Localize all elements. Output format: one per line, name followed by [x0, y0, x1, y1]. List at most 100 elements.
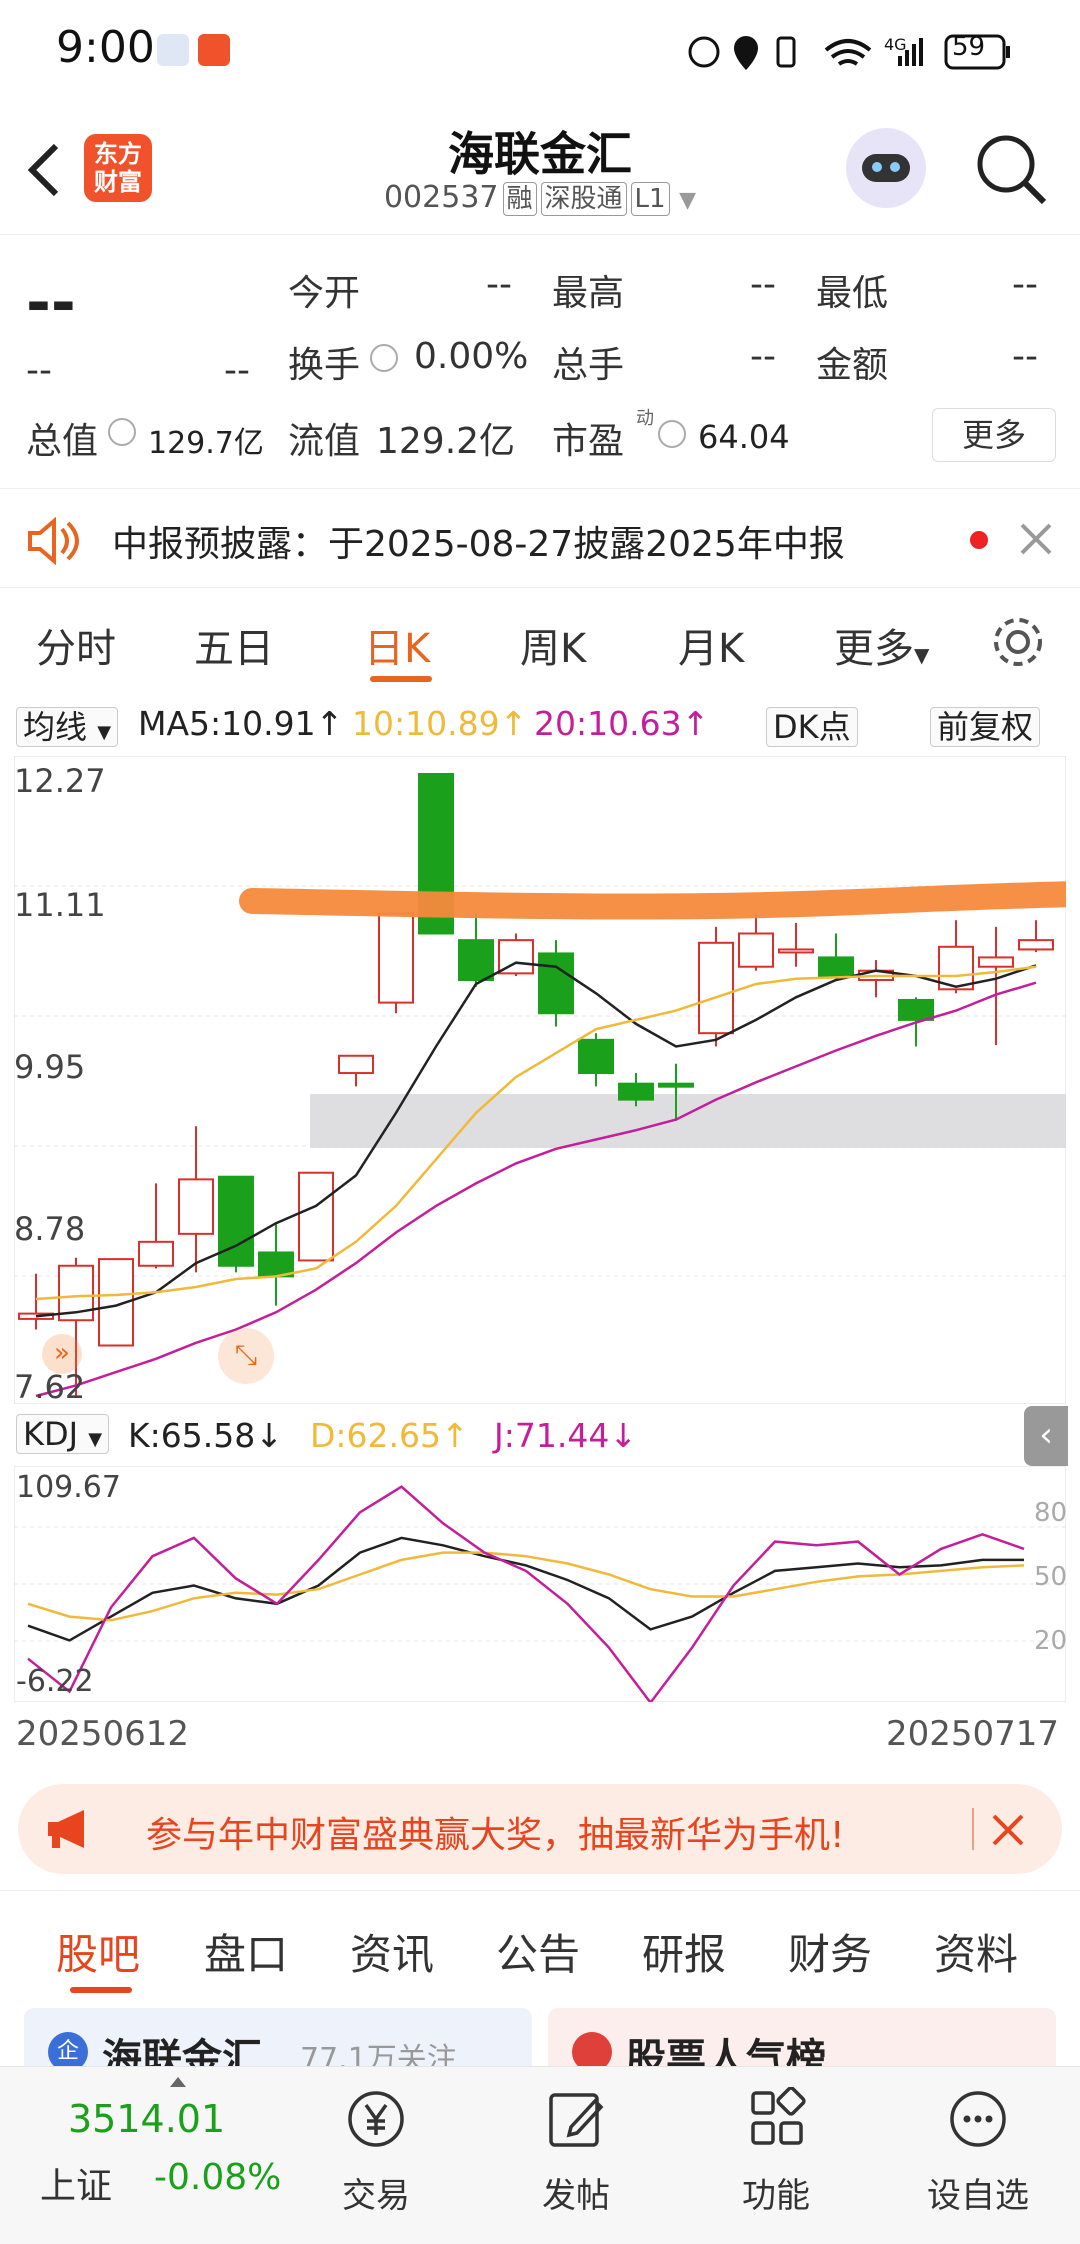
- volume-label: 总手: [552, 345, 625, 386]
- candle-body: [738, 932, 774, 968]
- open-label: 今开: [288, 273, 361, 314]
- tab-announcements[interactable]: 公告: [496, 1921, 580, 1982]
- tab-order-book[interactable]: 盘口: [204, 1921, 288, 1982]
- company-icon: 企: [48, 2032, 88, 2068]
- card-title: 海联金汇: [102, 2036, 262, 2068]
- expand-icon[interactable]: »: [42, 1334, 82, 1374]
- tab-five-day[interactable]: 五日: [194, 616, 274, 674]
- kdj-level-50: 50: [1034, 1562, 1068, 1592]
- volume-value: --: [750, 336, 776, 377]
- pe-dynamic-sup: 动: [636, 408, 654, 429]
- info-icon[interactable]: [108, 418, 136, 446]
- ma-selector[interactable]: 均线 ▼: [16, 702, 119, 748]
- mktcap-label: 总值: [26, 421, 99, 462]
- tab-profile[interactable]: 资料: [934, 1921, 1018, 1982]
- amount-value: --: [1012, 336, 1038, 377]
- kline-tabs: 分时 五日 日K 周K 月K 更多▼: [0, 600, 1080, 690]
- popularity-card[interactable]: 股票人气榜: [548, 2008, 1056, 2068]
- adjust-button[interactable]: 前复权: [930, 702, 1041, 748]
- high-value: --: [750, 264, 776, 305]
- candle-body: [978, 956, 1014, 968]
- hand-drawn-line: [239, 881, 1080, 920]
- tag-margin: 融: [502, 182, 537, 216]
- ma5-value: MA5:10.91↑: [138, 704, 344, 743]
- search-icon[interactable]: [974, 132, 1050, 208]
- kline-chart[interactable]: 12.27 11.11 9.95 8.78 7.62 » ⤡: [13, 755, 1080, 1406]
- d-line: [27, 1551, 1025, 1622]
- kdj-chart[interactable]: 109.67 -6.22 80 50 20: [13, 1465, 1068, 1705]
- candle-body: [458, 939, 494, 982]
- date-end: 20250717: [886, 1714, 1060, 1754]
- content-tabs: 股吧 盘口 资讯 公告 研报 财务 资料: [0, 1890, 1080, 2000]
- float-value: 129.2亿: [376, 421, 516, 462]
- speaker-icon: [28, 517, 79, 565]
- close-icon[interactable]: [1016, 519, 1056, 559]
- index-name: 上证: [40, 2166, 113, 2207]
- more-quote-button[interactable]: 更多: [932, 408, 1056, 462]
- candle-body: [818, 956, 854, 978]
- index-toggle-icon[interactable]: [170, 2077, 186, 2087]
- high-label: 最高: [552, 273, 625, 314]
- info-icon[interactable]: [370, 344, 398, 372]
- turnover-value: 0.00%: [414, 336, 529, 377]
- tab-timeshare[interactable]: 分时: [36, 616, 116, 674]
- active-tab-indicator: [70, 1987, 132, 1993]
- nav-trade[interactable]: 交易: [306, 2087, 446, 2217]
- mktcap-value: 129.7亿: [148, 426, 264, 461]
- kdj-j: J:71.44↓: [494, 1416, 637, 1455]
- card-followers: 77.1万关注: [300, 2042, 457, 2068]
- stock-forum-card[interactable]: 企 海联金汇 77.1万关注: [24, 2008, 532, 2068]
- status-bar: 9:00 4G 59: [0, 0, 1080, 100]
- current-price: --: [26, 268, 76, 338]
- notice-bar[interactable]: 中报预披露：于2025-08-27披露2025年中报: [0, 488, 1080, 588]
- kdj-axis-bottom: -6.22: [16, 1664, 94, 1699]
- notification-icon: [157, 34, 189, 66]
- promo-banner[interactable]: 参与年中财富盛典赢大奖，抽最新华为手机!: [18, 1784, 1062, 1874]
- app-notification-icon: [198, 34, 230, 66]
- nav-add-watchlist[interactable]: 设自选: [908, 2087, 1048, 2217]
- candle-body: [298, 1171, 334, 1262]
- fullscreen-icon[interactable]: ⤡: [218, 1328, 274, 1384]
- notice-text: 中报预披露：于2025-08-27披露2025年中报: [112, 524, 845, 565]
- dk-point-button[interactable]: DK点: [766, 702, 858, 748]
- nav-functions[interactable]: 功能: [706, 2086, 846, 2217]
- kdj-selector[interactable]: KDJ ▼: [16, 1414, 110, 1454]
- close-icon[interactable]: [988, 1810, 1028, 1850]
- tab-weekly-k[interactable]: 周K: [520, 616, 586, 674]
- candle-body: [698, 941, 734, 1035]
- float-label: 流值: [288, 421, 361, 462]
- price-axis-bottom: 7.62: [14, 1368, 86, 1406]
- candle-body: [658, 1082, 694, 1088]
- battery-level: 59: [952, 32, 986, 62]
- kdj-level-20: 20: [1034, 1626, 1068, 1656]
- tab-more[interactable]: 更多▼: [834, 616, 929, 674]
- tab-daily-k[interactable]: 日K: [364, 616, 430, 674]
- low-label: 最低: [816, 273, 889, 314]
- popularity-icon: [572, 2032, 612, 2068]
- price-axis-2: 11.11: [14, 886, 106, 924]
- assistant-avatar-icon[interactable]: [846, 128, 926, 208]
- candle-body: [898, 998, 934, 1021]
- candle-body: [618, 1082, 654, 1101]
- gear-icon[interactable]: [990, 614, 1046, 670]
- index-change: -0.08%: [154, 2157, 282, 2198]
- tab-research[interactable]: 研报: [642, 1921, 726, 1982]
- price-change-pct: --: [224, 350, 250, 391]
- candle-body: [578, 1038, 614, 1075]
- price-axis-top: 12.27: [14, 762, 106, 800]
- pe-value: 64.04: [698, 418, 790, 456]
- candle-body: [378, 912, 414, 1004]
- collapse-panel-icon[interactable]: ‹: [1024, 1406, 1068, 1466]
- price-axis-3: 9.95: [14, 1048, 86, 1086]
- nav-post[interactable]: 发帖: [506, 2087, 646, 2217]
- tab-news[interactable]: 资讯: [350, 1921, 434, 1982]
- info-icon[interactable]: [658, 420, 686, 448]
- dropdown-icon[interactable]: ▼: [679, 188, 696, 213]
- low-value: --: [1012, 264, 1038, 305]
- tab-monthly-k[interactable]: 月K: [678, 616, 744, 674]
- bottom-nav: 3514.01 上证 -0.08% 交易 发帖 功能 设自选: [0, 2066, 1080, 2244]
- candle-body: [778, 948, 814, 954]
- tab-financials[interactable]: 财务: [788, 1921, 872, 1982]
- tab-forum[interactable]: 股吧: [56, 1921, 140, 1982]
- kdj-svg: [13, 1465, 1067, 1705]
